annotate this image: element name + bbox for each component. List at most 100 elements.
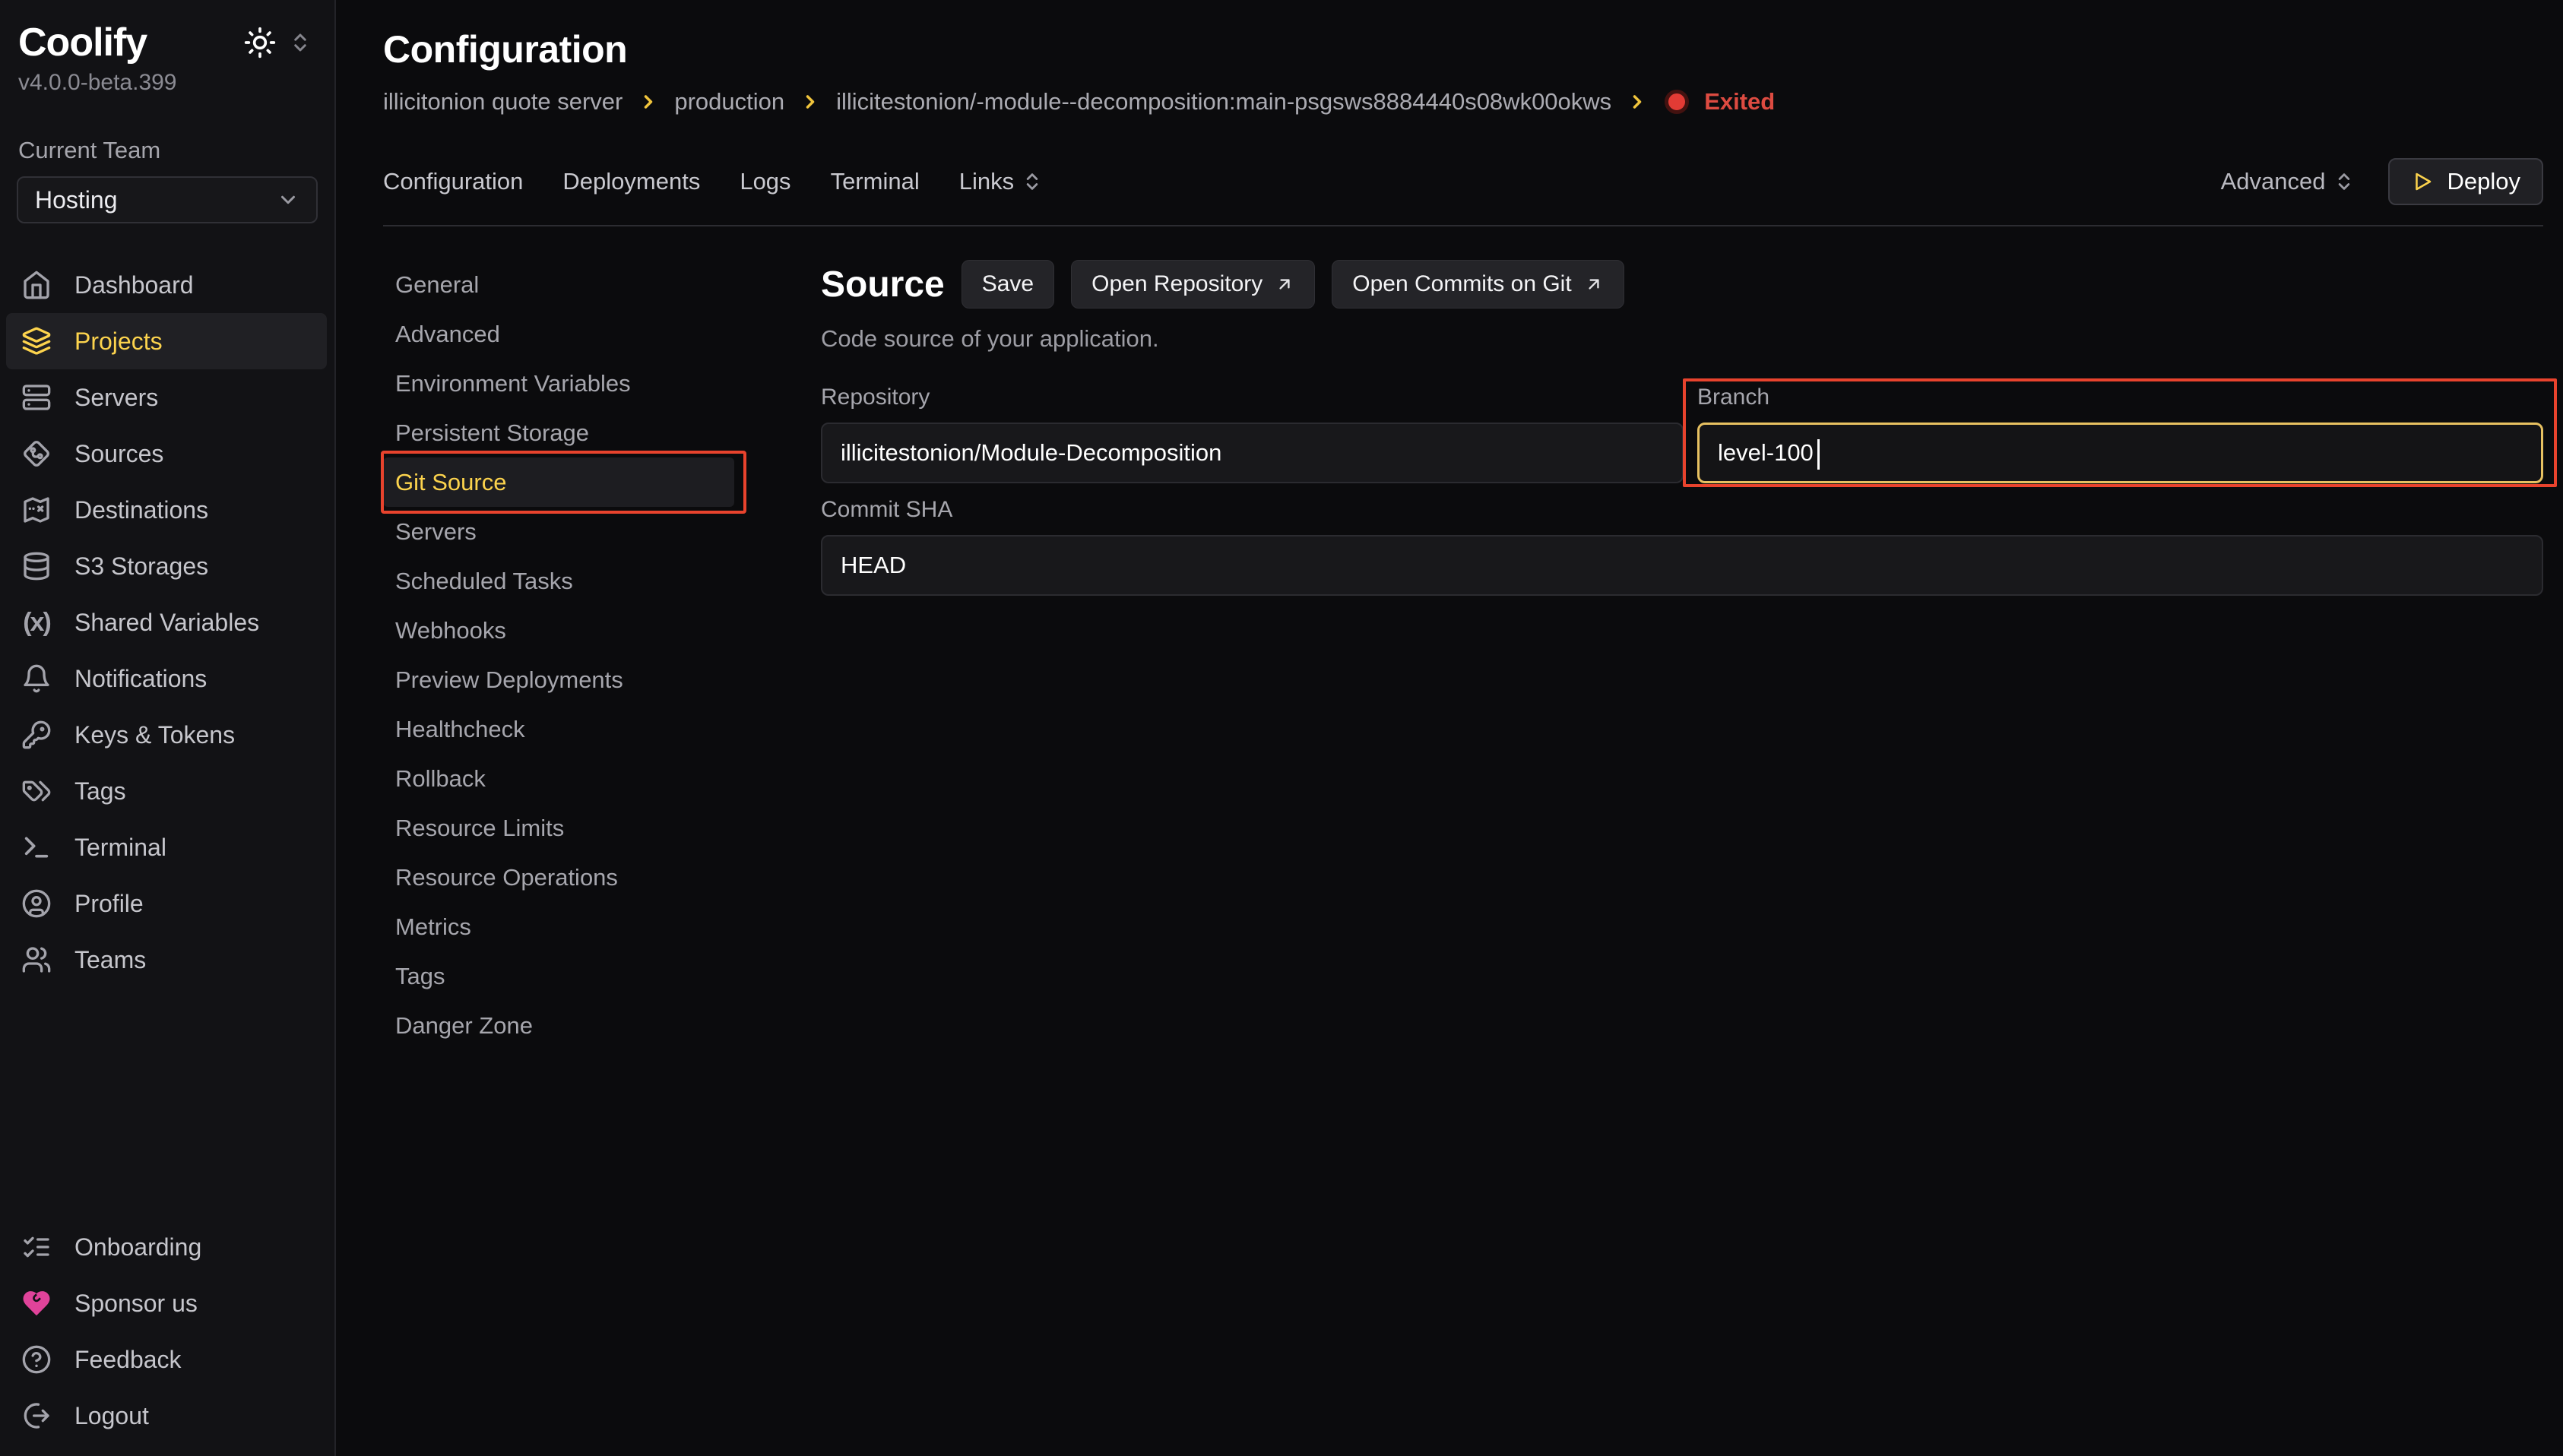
sidebar-item-notifications[interactable]: Notifications <box>6 650 327 707</box>
open-commits-button[interactable]: Open Commits on Git <box>1332 260 1624 309</box>
status-dot-icon <box>1665 90 1689 114</box>
team-select[interactable]: Hosting <box>17 176 318 223</box>
subnav-metrics[interactable]: Metrics <box>383 902 734 951</box>
sidebar-item-label: Notifications <box>74 665 207 693</box>
sidebar-item-shared-variables[interactable]: (x) Shared Variables <box>6 594 327 650</box>
terminal-icon <box>21 832 52 863</box>
subnav-rollback[interactable]: Rollback <box>383 754 734 803</box>
commit-sha-label: Commit SHA <box>821 497 2543 523</box>
sidebar-item-logout[interactable]: Logout <box>6 1388 327 1444</box>
repository-input[interactable] <box>821 423 1684 483</box>
theme-updown-icon[interactable] <box>289 31 312 54</box>
sidebar-item-terminal[interactable]: Terminal <box>6 819 327 875</box>
subnav-healthcheck[interactable]: Healthcheck <box>383 704 734 754</box>
breadcrumb-project[interactable]: illicitonion quote server <box>383 88 623 116</box>
sidebar-item-teams[interactable]: Teams <box>6 932 327 988</box>
current-team-label: Current Team <box>18 137 334 164</box>
sidebar-item-label: Onboarding <box>74 1233 201 1261</box>
sidebar-item-dashboard[interactable]: Dashboard <box>6 257 327 313</box>
subnav-persistent-storage[interactable]: Persistent Storage <box>383 408 734 457</box>
branch-input[interactable] <box>1697 423 2543 483</box>
sidebar-item-sources[interactable]: Sources <box>6 426 327 482</box>
deploy-label: Deploy <box>2447 168 2521 195</box>
save-button[interactable]: Save <box>962 260 1054 309</box>
heart-icon <box>21 1288 52 1318</box>
subnav-servers[interactable]: Servers <box>383 507 734 556</box>
chevrons-up-down-icon <box>2333 171 2355 192</box>
subnav-danger-zone[interactable]: Danger Zone <box>383 1001 734 1050</box>
subnav-resource-limits[interactable]: Resource Limits <box>383 803 734 853</box>
team-select-value: Hosting <box>35 186 118 214</box>
coolify-app: Coolify v4.0.0-beta.399 Current Team Hos… <box>0 0 2563 1456</box>
logout-icon <box>21 1401 52 1431</box>
subnav-git-source[interactable]: Git Source <box>383 457 734 507</box>
theme-sun-icon[interactable] <box>243 26 277 59</box>
page-title: Configuration <box>383 27 2543 71</box>
tag-icon <box>21 776 52 806</box>
subnav-environment-variables[interactable]: Environment Variables <box>383 359 734 408</box>
open-repository-button[interactable]: Open Repository <box>1071 260 1315 309</box>
branch-label: Branch <box>1697 385 2543 410</box>
sidebar-item-s3-storages[interactable]: S3 Storages <box>6 538 327 594</box>
open-commits-label: Open Commits on Git <box>1352 271 1571 297</box>
breadcrumb-application[interactable]: illicitestonion/-module--decomposition:m… <box>836 88 1611 116</box>
sidebar-item-label: S3 Storages <box>74 552 208 581</box>
sidebar-item-label: Servers <box>74 384 158 412</box>
database-icon <box>21 551 52 581</box>
sidebar-item-destinations[interactable]: Destinations <box>6 482 327 538</box>
configuration-subnav: General Advanced Environment Variables P… <box>383 260 734 1456</box>
sidebar-item-profile[interactable]: Profile <box>6 875 327 932</box>
sidebar-item-onboarding[interactable]: Onboarding <box>6 1219 327 1275</box>
main-content: Configuration illicitonion quote server … <box>336 0 2563 1456</box>
subnav-preview-deployments[interactable]: Preview Deployments <box>383 655 734 704</box>
commit-sha-input[interactable] <box>821 535 2543 596</box>
map-icon <box>21 495 52 525</box>
sidebar-item-label: Feedback <box>74 1346 182 1374</box>
sidebar-item-label: Teams <box>74 946 146 974</box>
subnav-tags[interactable]: Tags <box>383 951 734 1001</box>
subnav-general[interactable]: General <box>383 260 734 309</box>
sidebar-nav: Dashboard Projects Servers Sources Desti… <box>0 257 334 988</box>
subnav-advanced[interactable]: Advanced <box>383 309 734 359</box>
users-icon <box>21 945 52 975</box>
repository-label: Repository <box>821 385 1684 410</box>
sidebar-item-label: Destinations <box>74 496 208 524</box>
tab-links[interactable]: Links <box>959 168 1043 195</box>
breadcrumb: illicitonion quote server production ill… <box>383 88 2543 116</box>
sidebar-item-servers[interactable]: Servers <box>6 369 327 426</box>
tab-links-label: Links <box>959 168 1014 195</box>
chevrons-up-down-icon <box>1022 171 1043 192</box>
sidebar-item-projects[interactable]: Projects <box>6 313 327 369</box>
tab-terminal[interactable]: Terminal <box>831 168 920 195</box>
sidebar-item-keys-tokens[interactable]: Keys & Tokens <box>6 707 327 763</box>
subnav-webhooks[interactable]: Webhooks <box>383 606 734 655</box>
sidebar-item-label: Keys & Tokens <box>74 721 235 749</box>
sidebar-item-label: Shared Variables <box>74 609 259 637</box>
app-version: v4.0.0-beta.399 <box>0 62 334 96</box>
tab-deployments[interactable]: Deployments <box>562 168 700 195</box>
tab-logs[interactable]: Logs <box>740 168 790 195</box>
sidebar-item-label: Profile <box>74 890 144 918</box>
subnav-scheduled-tasks[interactable]: Scheduled Tasks <box>383 556 734 606</box>
subnav-git-source-label: Git Source <box>395 469 506 496</box>
source-heading: Source <box>821 264 945 305</box>
advanced-dropdown[interactable]: Advanced <box>2221 168 2355 195</box>
source-description: Code source of your application. <box>821 325 2543 353</box>
subnav-resource-operations[interactable]: Resource Operations <box>383 853 734 902</box>
key-icon <box>21 720 52 750</box>
play-icon <box>2411 170 2434 193</box>
chevron-down-icon <box>277 188 299 211</box>
user-circle-icon <box>21 888 52 919</box>
deploy-button[interactable]: Deploy <box>2388 158 2544 205</box>
sidebar-item-sponsor-us[interactable]: Sponsor us <box>6 1275 327 1331</box>
app-logo: Coolify <box>18 23 147 62</box>
breadcrumb-environment[interactable]: production <box>674 88 784 116</box>
status-badge: Exited <box>1704 88 1775 116</box>
tab-configuration[interactable]: Configuration <box>383 168 523 195</box>
checklist-icon <box>21 1232 52 1262</box>
sidebar-item-tags[interactable]: Tags <box>6 763 327 819</box>
help-circle-icon <box>21 1344 52 1375</box>
tab-bar: Configuration Deployments Logs Terminal … <box>383 158 2543 205</box>
external-link-icon <box>1584 274 1604 294</box>
sidebar-item-feedback[interactable]: Feedback <box>6 1331 327 1388</box>
